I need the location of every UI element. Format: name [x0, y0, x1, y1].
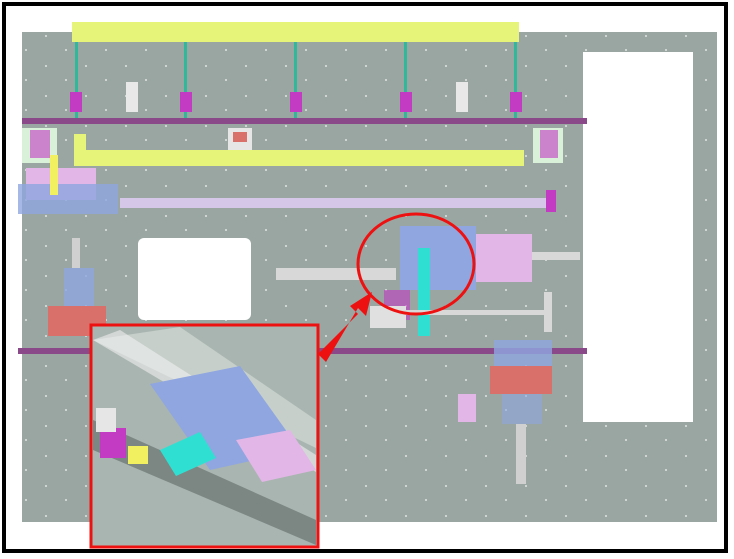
center-pink-block: [476, 234, 532, 282]
right-red-block: [490, 366, 552, 394]
layout-drawing: [2, 2, 728, 553]
top-yellow-rail: [72, 22, 519, 42]
right-white-panel: [583, 52, 693, 422]
upper-beam: [22, 118, 587, 124]
inset-magenta-part: [100, 428, 126, 458]
machine-layout-figure: [0, 0, 734, 559]
inset-yellow-part: [128, 446, 148, 464]
zoom-inset: [89, 323, 320, 549]
rail-end-stop: [546, 190, 556, 212]
left-column-carriage: [64, 268, 94, 308]
right-lower-column: [516, 424, 526, 484]
center-horizontal-rail: [276, 268, 396, 280]
second-yellow-rail: [74, 150, 524, 166]
center-white-panel: [138, 238, 251, 320]
small-fixture-right: [456, 82, 468, 112]
long-guide-rail: [120, 198, 550, 208]
left-blue-station: [18, 184, 118, 214]
right-lower-carriage: [494, 340, 552, 370]
cyan-slider: [418, 248, 430, 336]
small-fixture-left: [126, 82, 138, 112]
left-column: [72, 238, 80, 268]
small-pink-part: [458, 394, 476, 422]
